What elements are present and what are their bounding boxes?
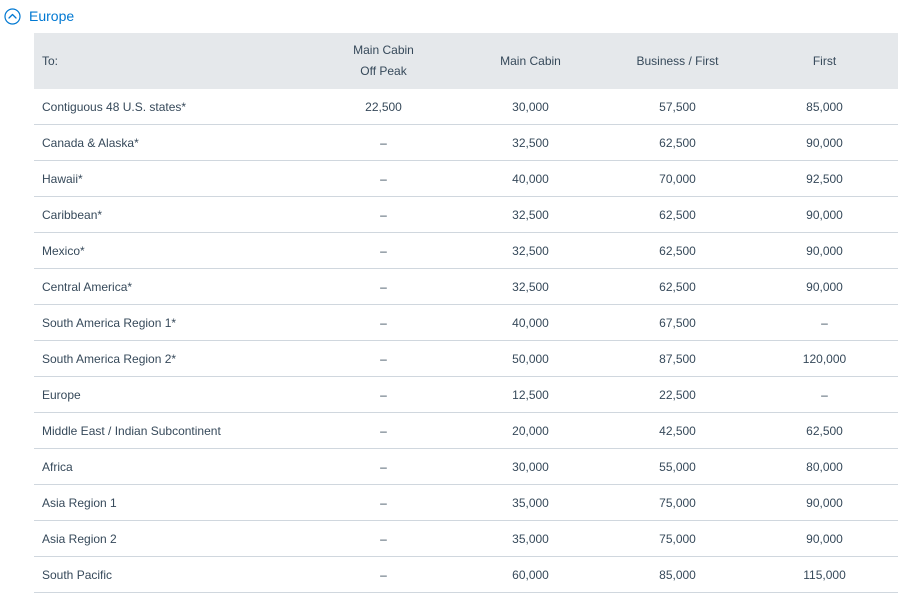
cell-region: Caribbean* (34, 196, 310, 233)
table-row: Contiguous 48 U.S. states* 22,500 30,000 57… (34, 89, 898, 125)
cell-region: Asia Region 2 (34, 520, 310, 557)
cell-off-peak: – (310, 520, 457, 557)
cell-business-first: 62,500 (604, 232, 751, 269)
cell-business-first: 42,500 (604, 412, 751, 449)
cell-off-peak: – (310, 376, 457, 413)
cell-main-cabin: 32,500 (457, 268, 604, 305)
table-row: Asia Region 2–35,000 75,000 90,000 (34, 520, 898, 557)
table-row: Central America* –32,500 62,500 90,000 (34, 268, 898, 305)
cell-business-first: 87,500 (604, 340, 751, 377)
cell-business-first: 85,000 (604, 556, 751, 593)
cell-main-cabin: 40,000 (457, 304, 604, 341)
table-row: Africa –30,000 55,000 80,000 (34, 448, 898, 485)
cell-first: 92,500 (751, 160, 898, 197)
cell-first: 115,000 (751, 556, 898, 593)
cell-off-peak: – (310, 196, 457, 233)
table-row: Canada & Alaska* –32,500 62,500 90,000 (34, 124, 898, 161)
cell-off-peak: – (310, 556, 457, 593)
cell-region: South Pacific (34, 556, 310, 593)
table-row: Mexico* –32,500 62,500 90,000 (34, 232, 898, 269)
header-main-cabin-off-peak: Main Cabin Off Peak (310, 33, 457, 89)
cell-main-cabin: 12,500 (457, 376, 604, 413)
cell-main-cabin: 30,000 (457, 89, 604, 125)
table-row: South Pacific –60,000 85,000 115,000 (34, 556, 898, 593)
cell-first: 90,000 (751, 268, 898, 305)
cell-region: Africa (34, 448, 310, 485)
cell-region: Canada & Alaska* (34, 124, 310, 161)
cell-off-peak: – (310, 448, 457, 485)
cell-main-cabin: 50,000 (457, 340, 604, 377)
cell-main-cabin: 60,000 (457, 556, 604, 593)
cell-business-first: 75,000 (604, 484, 751, 521)
cell-region: Europe (34, 376, 310, 413)
cell-business-first: 62,500 (604, 268, 751, 305)
cell-off-peak: 22,500 (310, 89, 457, 125)
cell-region: Asia Region 1 (34, 484, 310, 521)
cell-first: 85,000 (751, 89, 898, 125)
award-table: To: Main Cabin Off Peak Main Cabin Busin… (34, 33, 898, 593)
cell-off-peak: – (310, 124, 457, 161)
header-to: To: (34, 33, 310, 89)
table-row: Middle East / Indian Subcontinent –20,000… (34, 412, 898, 449)
cell-first: – (751, 376, 898, 413)
table-header-row: To: Main Cabin Off Peak Main Cabin Busin… (34, 33, 898, 89)
cell-off-peak: – (310, 232, 457, 269)
cell-business-first: 62,500 (604, 196, 751, 233)
cell-main-cabin: 32,500 (457, 124, 604, 161)
table-row: Caribbean* –32,500 62,500 90,000 (34, 196, 898, 233)
header-business-first: Business / First (604, 33, 751, 89)
header-off-peak-line1: Main Cabin (353, 43, 414, 57)
cell-off-peak: – (310, 484, 457, 521)
cell-first: 90,000 (751, 484, 898, 521)
cell-business-first: 57,500 (604, 89, 751, 125)
table-row: Europe –12,500 22,500– (34, 376, 898, 413)
cell-off-peak: – (310, 412, 457, 449)
cell-region: Contiguous 48 U.S. states* (34, 89, 310, 125)
section-toggle[interactable]: Europe (4, 5, 74, 27)
cell-first: 120,000 (751, 340, 898, 377)
cell-region: Mexico* (34, 232, 310, 269)
table-row: South America Region 2* –50,000 87,500 120,… (34, 340, 898, 377)
cell-off-peak: – (310, 160, 457, 197)
cell-first: 80,000 (751, 448, 898, 485)
cell-business-first: 62,500 (604, 124, 751, 161)
cell-first: 62,500 (751, 412, 898, 449)
cell-main-cabin: 30,000 (457, 448, 604, 485)
table-row: Asia Region 1–35,000 75,000 90,000 (34, 484, 898, 521)
header-off-peak-line2: Off Peak (360, 64, 407, 78)
header-main-cabin: Main Cabin (457, 33, 604, 89)
cell-first: – (751, 304, 898, 341)
cell-region: Middle East / Indian Subcontinent (34, 412, 310, 449)
cell-first: 90,000 (751, 232, 898, 269)
cell-region: South America Region 2* (34, 340, 310, 377)
cell-business-first: 75,000 (604, 520, 751, 557)
cell-main-cabin: 32,500 (457, 232, 604, 269)
cell-business-first: 70,000 (604, 160, 751, 197)
cell-main-cabin: 20,000 (457, 412, 604, 449)
table-body: Contiguous 48 U.S. states* 22,500 30,000 57… (34, 89, 898, 593)
cell-region: Hawaii* (34, 160, 310, 197)
cell-off-peak: – (310, 268, 457, 305)
chevron-up-circle-icon (4, 7, 21, 25)
cell-main-cabin: 40,000 (457, 160, 604, 197)
cell-off-peak: – (310, 340, 457, 377)
cell-main-cabin: 32,500 (457, 196, 604, 233)
cell-first: 90,000 (751, 124, 898, 161)
cell-business-first: 67,500 (604, 304, 751, 341)
cell-main-cabin: 35,000 (457, 484, 604, 521)
cell-first: 90,000 (751, 520, 898, 557)
cell-off-peak: – (310, 304, 457, 341)
section-title: Europe (29, 8, 75, 24)
cell-first: 90,000 (751, 196, 898, 233)
award-chart-section: Europe To: Main Cabin Off Peak Main Cabi… (0, 0, 900, 604)
table-row: Hawaii* –40,000 70,000 92,500 (34, 160, 898, 197)
cell-main-cabin: 35,000 (457, 520, 604, 557)
header-first: First (751, 33, 898, 89)
cell-business-first: 55,000 (604, 448, 751, 485)
cell-region: Central America* (34, 268, 310, 305)
table-row: South America Region 1* –40,000 67,500– (34, 304, 898, 341)
cell-region: South America Region 1* (34, 304, 310, 341)
cell-business-first: 22,500 (604, 376, 751, 413)
